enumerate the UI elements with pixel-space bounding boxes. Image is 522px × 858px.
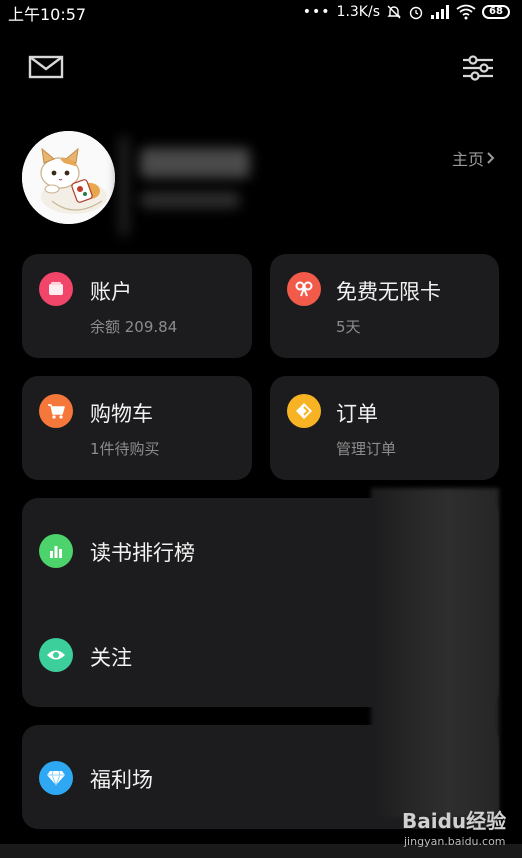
orders-subtitle: 管理订单: [336, 440, 397, 458]
signal-icon: [431, 5, 449, 19]
homepage-label: 主页: [452, 150, 485, 169]
settings-sliders-icon[interactable]: [462, 54, 494, 82]
cart-card[interactable]: 购物车 1件待购买: [22, 376, 252, 480]
bar-chart-icon: [39, 534, 73, 568]
follow-title: 关注: [90, 646, 132, 670]
account-title: 账户: [90, 280, 132, 304]
cart-icon: [39, 394, 73, 428]
diamond-icon: [39, 761, 73, 795]
ribbon-icon: [287, 272, 321, 306]
orders-title: 订单: [336, 402, 378, 426]
orders-icon: [287, 394, 321, 428]
wifi-icon: [456, 4, 476, 20]
network-speed: 1.3K/s: [336, 4, 380, 20]
alarm-icon: [409, 6, 423, 20]
cart-title: 购物车: [90, 402, 153, 426]
avatar[interactable]: [22, 131, 115, 224]
account-card[interactable]: 账户 余额 209.84: [22, 254, 252, 358]
account-balance: 余额 209.84: [90, 318, 178, 336]
mail-icon[interactable]: [28, 54, 64, 80]
orders-card[interactable]: 订单 管理订单: [270, 376, 499, 480]
cart-subtitle: 1件待购买: [90, 440, 160, 458]
eye-icon: [39, 638, 73, 672]
free-card-days: 5天: [336, 318, 361, 336]
battery-indicator: 68: [482, 5, 510, 19]
chevron-right-icon: [487, 152, 495, 164]
blurred-username: [120, 128, 320, 244]
status-indicators: ••• 1.3K/s 68: [303, 2, 510, 22]
status-bar: 上午10:57 ••• 1.3K/s 68: [0, 0, 522, 24]
watermark-site: jingyan.baidu.com: [404, 835, 506, 848]
status-time: 上午10:57: [8, 5, 87, 24]
watermark-brand: Baidu经验: [402, 809, 507, 833]
blurred-region: [371, 488, 499, 818]
more-dots-icon: •••: [302, 4, 331, 20]
wallet-icon: [39, 272, 73, 306]
mute-bell-icon: [387, 5, 401, 19]
cat-avatar-icon: [22, 131, 115, 224]
homepage-link[interactable]: 主页: [452, 146, 496, 170]
welfare-title: 福利场: [90, 768, 153, 792]
ranking-title: 读书排行榜: [90, 541, 195, 565]
baidu-watermark: Baidu经验 jingyan.baidu.com: [402, 805, 517, 855]
free-card-card[interactable]: 免费无限卡 5天: [270, 254, 499, 358]
free-card-title: 免费无限卡: [336, 280, 441, 304]
